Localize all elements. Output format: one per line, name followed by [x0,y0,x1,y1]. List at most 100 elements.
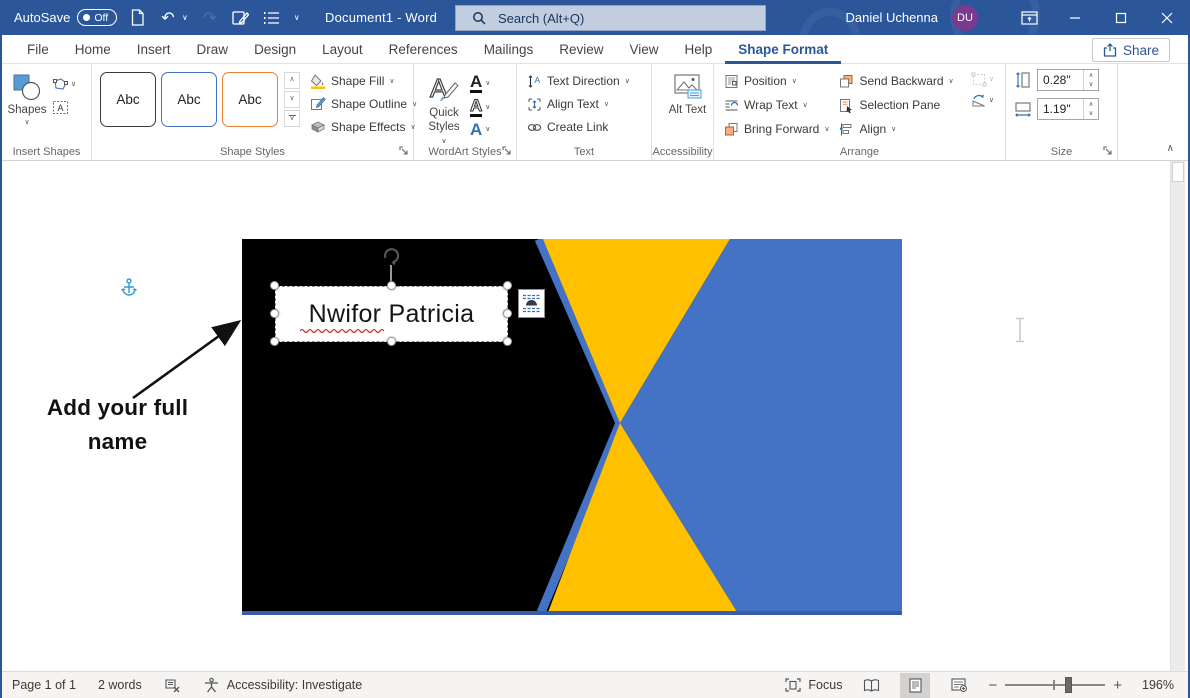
height-spinner[interactable]: ∧ ∨ [1083,70,1098,90]
spinner-up-icon[interactable]: ∧ [1089,71,1094,80]
name-text-box[interactable]: Nwifor Patricia [275,286,508,342]
align-text-button[interactable]: Align Text ∨ [527,95,651,113]
resize-handle-bottom-left[interactable] [270,337,279,346]
collapse-ribbon-button[interactable]: ∧ [1167,143,1174,154]
resize-handle-top-middle[interactable] [387,281,396,290]
user-avatar[interactable]: DU [952,5,978,31]
rotate-objects-button[interactable]: ∨ [971,93,1005,108]
text-direction-button[interactable]: A Text Direction ∨ [527,72,651,90]
autosave-toggle[interactable]: Off [77,9,117,26]
undo-button[interactable]: ↶ [159,9,177,27]
bring-forward-button[interactable]: Bring Forward ∨ [724,120,829,138]
proofing-errors-button[interactable] [164,678,181,693]
spinner-down-icon[interactable]: ∨ [1089,109,1094,118]
position-button[interactable]: Position ∨ [724,72,829,90]
zoom-in-button[interactable]: + [1113,677,1122,694]
share-button[interactable]: Share [1092,38,1170,62]
user-name[interactable]: Daniel Uchenna [845,10,938,25]
ribbon-display-options-button[interactable] [1006,0,1052,35]
zoom-out-button[interactable]: − [988,677,997,694]
resize-handle-middle-right[interactable] [503,309,512,318]
text-direction-icon: A [527,74,542,89]
name-text[interactable]: Nwifor Patricia [309,300,475,329]
text-effects-button[interactable]: A ∨ [470,121,490,138]
tab-insert[interactable]: Insert [124,35,184,64]
zoom-track[interactable] [1005,684,1105,686]
save-icon[interactable] [128,9,146,27]
print-layout-button[interactable] [900,673,930,698]
send-backward-label: Send Backward [859,74,943,88]
group-label-shape-styles: Shape Styles [92,146,413,158]
tab-mailings[interactable]: Mailings [471,35,547,64]
resize-handle-top-right[interactable] [503,281,512,290]
shape-outline-button[interactable]: Shape Outline ∨ [310,95,417,113]
shape-height-input[interactable]: 0.28" ∧ ∨ [1037,69,1099,91]
zoom-thumb[interactable] [1065,677,1072,693]
layout-options-button[interactable] [518,289,545,318]
tab-review[interactable]: Review [546,35,616,64]
shape-style-preset-1[interactable]: Abc [100,72,156,127]
gallery-scroll-down-button[interactable]: ∨ [284,91,300,108]
shape-fill-button[interactable]: Shape Fill ∨ [310,72,417,90]
shape-style-preset-3[interactable]: Abc [222,72,278,127]
tab-shape-format[interactable]: Shape Format [725,35,841,64]
tab-home[interactable]: Home [62,35,124,64]
rotate-handle[interactable] [380,245,402,267]
web-layout-button[interactable] [944,673,974,698]
wrap-text-button[interactable]: Wrap Text ∨ [724,96,829,114]
resize-handle-top-left[interactable] [270,281,279,290]
align-button[interactable]: Align ∨ [839,120,960,138]
shape-width-input[interactable]: 1.19" ∧ ∨ [1037,98,1099,120]
page-indicator[interactable]: Page 1 of 1 [12,678,76,692]
focus-mode-button[interactable]: Focus [785,678,842,692]
width-spinner[interactable]: ∧ ∨ [1083,99,1098,119]
text-direction-label: Text Direction [547,74,620,88]
document-canvas[interactable]: Add your full name Nwifor P [2,161,1188,671]
redo-button: ↷ [201,9,219,27]
zoom-slider[interactable]: − + [988,677,1122,694]
tab-view[interactable]: View [616,35,671,64]
text-fill-button[interactable]: A ∨ [470,73,490,93]
chevron-down-icon: ∨ [441,138,446,145]
align-text-label: Align Text [547,97,599,111]
shape-effects-button[interactable]: Shape Effects ∨ [310,118,417,136]
gallery-scroll-up-button[interactable]: ∧ [284,72,300,89]
customize-qat-chevron-icon[interactable]: ∨ [294,13,300,22]
tab-layout[interactable]: Layout [309,35,376,64]
group-label-text: Text [517,146,651,158]
undo-chevron-icon[interactable]: ∨ [182,13,188,22]
alt-text-icon [673,73,703,100]
bullet-list-icon[interactable] [263,9,281,27]
tab-help[interactable]: Help [672,35,726,64]
draw-text-box-button[interactable]: A [52,100,76,115]
resize-handle-bottom-middle[interactable] [387,337,396,346]
search-bar[interactable]: Search (Alt+Q) [455,5,766,31]
gallery-more-button[interactable]: ∨ [284,110,300,127]
editor-icon[interactable] [232,9,250,27]
send-backward-button[interactable]: Send Backward ∨ [839,72,960,90]
selection-pane-button[interactable]: Selection Pane [839,96,960,114]
accessibility-status-button[interactable]: Accessibility: Investigate [203,677,362,693]
edit-shape-button[interactable]: ∨ [52,77,76,92]
create-link-button[interactable]: Create Link [527,118,651,136]
annotation-arrow[interactable] [125,311,255,406]
tab-references[interactable]: References [376,35,471,64]
zoom-level[interactable]: 196% [1136,678,1174,692]
shape-style-preset-2[interactable]: Abc [161,72,217,127]
read-mode-button[interactable] [856,673,886,698]
tab-design[interactable]: Design [241,35,309,64]
scrollbar-thumb[interactable] [1172,162,1184,182]
vertical-scrollbar[interactable] [1170,161,1185,671]
resize-handle-bottom-right[interactable] [503,337,512,346]
maximize-button[interactable] [1098,0,1144,35]
spinner-up-icon[interactable]: ∧ [1089,100,1094,109]
autosave-control[interactable]: AutoSave Off [14,0,117,35]
text-outline-button[interactable]: A ∨ [470,97,490,117]
tab-file[interactable]: File [14,35,62,64]
resize-handle-middle-left[interactable] [270,309,279,318]
close-button[interactable] [1144,0,1190,35]
word-count[interactable]: 2 words [98,678,142,692]
tab-draw[interactable]: Draw [184,35,242,64]
minimize-button[interactable] [1052,0,1098,35]
spinner-down-icon[interactable]: ∨ [1089,80,1094,89]
